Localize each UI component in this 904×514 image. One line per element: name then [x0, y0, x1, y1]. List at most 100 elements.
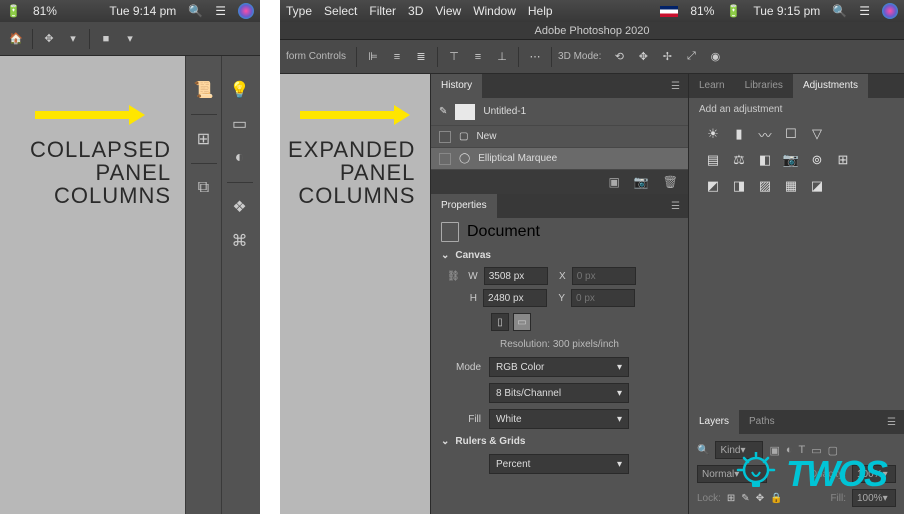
create-document-icon[interactable]: ▣	[608, 175, 619, 189]
siri-icon-r[interactable]	[882, 3, 898, 19]
panel-menu-icon[interactable]: ☰	[879, 417, 904, 428]
color-mode-dropdown[interactable]: RGB Color▾	[489, 357, 629, 377]
exposure-icon[interactable]: ☐	[781, 125, 801, 143]
panel-menu-icon[interactable]: ☰	[663, 201, 688, 212]
link-icon[interactable]: ⛓	[447, 271, 460, 282]
align-top-icon[interactable]: ⊤	[444, 48, 464, 66]
more-icon[interactable]: ⋯	[525, 48, 545, 66]
curves-icon[interactable]: 〰	[755, 125, 775, 143]
panel-stack-right: Learn Libraries Adjustments Add an adjus…	[688, 74, 904, 514]
tab-adjustments[interactable]: Adjustments	[793, 74, 868, 98]
invert-icon[interactable]: ◩	[703, 177, 723, 195]
flag-icon[interactable]	[660, 6, 678, 17]
adjustments-row-3: ◩ ◨ ▨ ▦ ◪	[689, 173, 904, 199]
orbit-icon[interactable]: ⟲	[609, 48, 629, 66]
history-check[interactable]	[439, 153, 451, 165]
adjustments-row-2: ▤ ⚖ ◧ 📷 ⊚ ⊞	[689, 147, 904, 173]
layers-icon[interactable]: ❖	[226, 193, 254, 221]
section-canvas[interactable]: Canvas	[431, 246, 688, 265]
units-dropdown[interactable]: Percent▾	[489, 454, 629, 474]
history-state-marquee[interactable]: ◯ Elliptical Marquee	[431, 148, 688, 170]
threshold-icon[interactable]: ▨	[755, 177, 775, 195]
bulb-icon[interactable]: 💡	[226, 76, 254, 104]
document-icon	[441, 222, 459, 242]
tab-layers[interactable]: Layers	[689, 410, 739, 434]
label-collapsed: COLLAPSEDPANELCOLUMNS	[30, 138, 171, 207]
move-icon[interactable]: ✥	[39, 30, 59, 48]
levels-icon[interactable]: ▮	[729, 125, 749, 143]
history-panel-head: History ☰	[431, 74, 688, 98]
scale-icon[interactable]: ⤢	[681, 48, 701, 66]
menu-help[interactable]: Help	[528, 4, 553, 18]
menu-filter[interactable]: Filter	[369, 4, 396, 18]
gradient-map-icon[interactable]: ▦	[781, 177, 801, 195]
tab-properties[interactable]: Properties	[431, 194, 497, 218]
align-right-icon[interactable]: ≣	[411, 48, 431, 66]
align-left-icon[interactable]: ⊫	[363, 48, 383, 66]
tab-paths[interactable]: Paths	[739, 410, 785, 434]
search-icon[interactable]: 🔍	[697, 445, 709, 456]
move3d-icon[interactable]: ✢	[657, 48, 677, 66]
mac-menubar-left: 🔋 81% Tue 9:14 pm 🔍 ☰	[0, 0, 260, 22]
history-state-label: Elliptical Marquee	[478, 153, 557, 164]
color-lookup-icon[interactable]: ⊞	[833, 151, 853, 169]
tab-libraries[interactable]: Libraries	[735, 74, 793, 98]
posterize-icon[interactable]: ◨	[729, 177, 749, 195]
bit-depth-dropdown[interactable]: 8 Bits/Channel▾	[489, 383, 629, 403]
menu-view[interactable]: View	[435, 4, 461, 18]
menu-select[interactable]: Select	[324, 4, 357, 18]
camera-icon[interactable]: ◉	[705, 48, 725, 66]
trash-icon[interactable]: 🗑	[663, 175, 678, 189]
history-check[interactable]	[439, 131, 451, 143]
spotlight-icon-r[interactable]: 🔍	[832, 4, 847, 18]
siri-icon[interactable]	[238, 3, 254, 19]
width-input[interactable]	[484, 267, 548, 285]
align-center-icon[interactable]: ≡	[387, 48, 407, 66]
spotlight-icon[interactable]: 🔍	[188, 4, 203, 18]
brightness-icon[interactable]: ☀	[703, 125, 723, 143]
panel-menu-icon[interactable]: ☰	[663, 81, 688, 92]
snapshot-icon[interactable]: 📷	[634, 175, 649, 189]
section-rulers[interactable]: Rulers & Grids	[431, 432, 688, 451]
selective-color-icon[interactable]: ◪	[807, 177, 827, 195]
home-icon[interactable]: 🏠	[6, 30, 26, 48]
height-input[interactable]	[483, 289, 547, 307]
history-state-new[interactable]: ▢ New	[431, 126, 688, 148]
portrait-button[interactable]: ▯	[491, 313, 509, 331]
pathfinder-icon[interactable]: ⧉	[190, 174, 218, 202]
menu-type[interactable]: Type	[286, 4, 312, 18]
tab-history[interactable]: History	[431, 74, 482, 98]
adjustments-icon[interactable]: ◐	[226, 144, 254, 172]
history-snapshot[interactable]: ✎ Untitled-1	[431, 98, 688, 126]
libraries-icon[interactable]: ▭	[226, 110, 254, 138]
align-bottom-icon[interactable]: ⊥	[492, 48, 512, 66]
paths-icon[interactable]: ⌘	[226, 227, 254, 255]
y-label: Y	[553, 293, 565, 304]
menu-3d[interactable]: 3D	[408, 4, 423, 18]
photo-filter-icon[interactable]: 📷	[781, 151, 801, 169]
mode-3d-label: 3D Mode:	[558, 51, 601, 62]
history-icon[interactable]: 📜	[190, 76, 218, 104]
notifications-icon[interactable]: ☰	[215, 4, 226, 18]
landscape-button[interactable]: ▭	[513, 313, 531, 331]
record-icon[interactable]: ■	[96, 30, 116, 48]
chevron-down-icon[interactable]: ▾	[120, 30, 140, 48]
hue-icon[interactable]: ▤	[703, 151, 723, 169]
properties-icon[interactable]: ⊞	[190, 125, 218, 153]
menu-window[interactable]: Window	[473, 4, 516, 18]
adjustments-row-1: ☀ ▮ 〰 ☐ ▽	[689, 121, 904, 147]
collapsed-panel-columns: 📜 ⊞ ⧉ 💡 ▭ ◐ ❖ ⌘	[185, 56, 260, 514]
align-middle-icon[interactable]: ≡	[468, 48, 488, 66]
fill-dropdown[interactable]: White▾	[489, 409, 629, 429]
tab-learn[interactable]: Learn	[689, 74, 735, 98]
chevron-down-icon[interactable]: ▾	[63, 30, 83, 48]
vibrance-icon[interactable]: ▽	[807, 125, 827, 143]
bw-icon[interactable]: ◧	[755, 151, 775, 169]
notifications-icon-r[interactable]: ☰	[859, 4, 870, 18]
history-doc-name: Untitled-1	[483, 106, 526, 117]
pan-icon[interactable]: ✥	[633, 48, 653, 66]
fill-label: Fill	[451, 414, 481, 425]
battery-pct-r: 81%	[690, 4, 714, 18]
channel-mixer-icon[interactable]: ⊚	[807, 151, 827, 169]
color-balance-icon[interactable]: ⚖	[729, 151, 749, 169]
